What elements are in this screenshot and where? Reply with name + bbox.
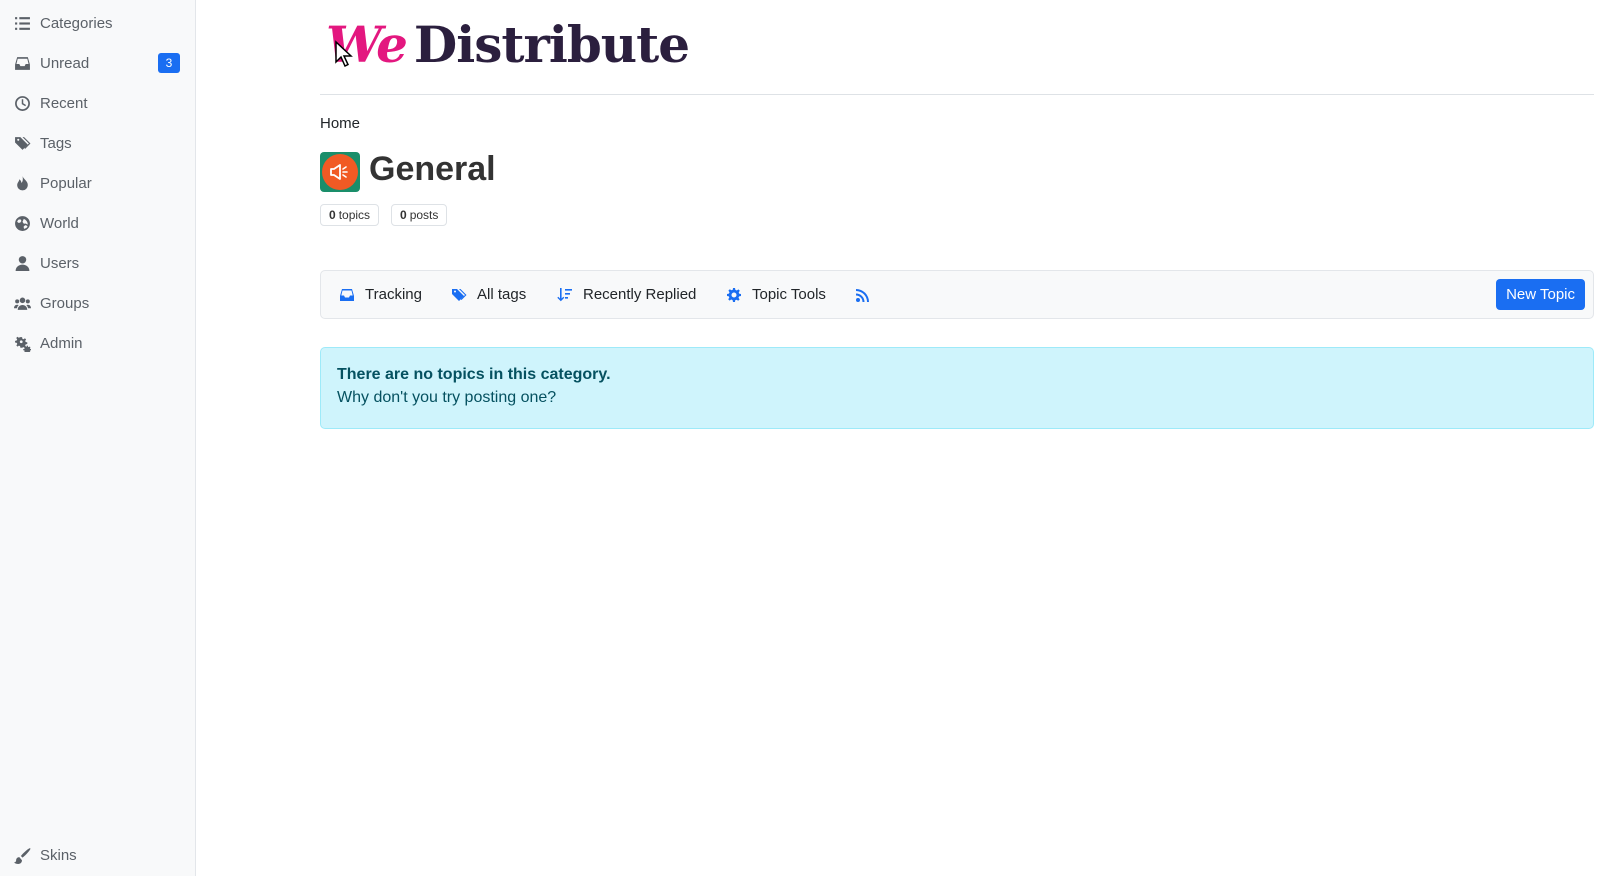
logo-name: Distribute — [413, 14, 690, 74]
sidebar-item-label: Users — [40, 254, 80, 272]
globe-icon — [12, 213, 32, 233]
posts-count: 0 — [400, 208, 407, 222]
alert-heading: There are no topics in this category. — [337, 366, 611, 383]
breadcrumb-home[interactable]: Home — [320, 115, 360, 132]
fire-icon — [12, 173, 32, 193]
sidebar-item-recent[interactable]: Recent — [0, 83, 196, 123]
topics-count-badge: 0 topics — [320, 204, 380, 226]
user-icon — [12, 253, 32, 273]
inbox-icon — [340, 288, 354, 301]
unread-count-badge: 3 — [158, 53, 180, 73]
list-icon — [12, 13, 32, 33]
inbox-icon — [12, 53, 32, 73]
site-logo[interactable]: We Distribute — [326, 14, 690, 74]
all-tags-label: All tags — [477, 286, 527, 303]
sidebar: Categories Unread 3 Recent Tags Popular … — [0, 0, 196, 876]
empty-category-alert: There are no topics in this category. Wh… — [320, 347, 1594, 429]
sidebar-item-label: Recent — [40, 94, 88, 112]
sidebar-item-categories[interactable]: Categories — [0, 3, 196, 43]
sort-label: Recently Replied — [583, 286, 697, 303]
sidebar-item-label: Categories — [40, 14, 113, 32]
topics-label: topics — [338, 208, 371, 222]
tracking-label: Tracking — [365, 286, 422, 303]
brush-icon — [12, 845, 32, 865]
sidebar-item-users[interactable]: Users — [0, 243, 196, 283]
rss-feed-button[interactable] — [855, 271, 881, 318]
sidebar-item-skins[interactable]: Skins — [0, 835, 196, 875]
topic-toolbar: Tracking All tags Recently Replied Topic… — [320, 270, 1594, 319]
alert-message: Why don't you try posting one? — [337, 389, 557, 406]
users-icon — [12, 293, 32, 313]
tracking-button[interactable]: Tracking — [339, 271, 422, 318]
sidebar-item-admin[interactable]: Admin — [0, 323, 196, 363]
all-tags-button[interactable]: All tags — [451, 271, 526, 318]
sidebar-item-popular[interactable]: Popular — [0, 163, 196, 203]
posts-label: posts — [409, 208, 439, 222]
sort-button[interactable]: Recently Replied — [557, 271, 696, 318]
new-topic-button[interactable]: New Topic — [1496, 279, 1585, 310]
sidebar-item-world[interactable]: World — [0, 203, 196, 243]
sidebar-item-label: Admin — [40, 334, 83, 352]
sidebar-item-groups[interactable]: Groups — [0, 283, 196, 323]
gears-icon — [12, 333, 32, 353]
category-icon — [320, 152, 360, 192]
sidebar-item-label: Tags — [40, 134, 72, 152]
sidebar-item-label: World — [40, 214, 79, 232]
header-divider — [320, 94, 1594, 95]
sidebar-item-label: Unread — [40, 54, 90, 72]
mouse-cursor-icon — [335, 40, 353, 68]
topics-count: 0 — [329, 208, 336, 222]
megaphone-icon — [322, 154, 358, 190]
page-title: General — [369, 150, 496, 188]
posts-count-badge: 0 posts — [391, 204, 448, 226]
sidebar-item-label: Groups — [40, 294, 90, 312]
tags-icon — [12, 133, 32, 153]
tags-icon — [452, 288, 467, 301]
sidebar-item-tags[interactable]: Tags — [0, 123, 196, 163]
topic-tools-label: Topic Tools — [752, 286, 826, 303]
sort-icon — [557, 287, 572, 301]
gear-icon — [727, 287, 741, 302]
clock-icon — [12, 93, 32, 113]
sidebar-item-unread[interactable]: Unread 3 — [0, 43, 196, 83]
rss-icon — [856, 288, 869, 302]
topic-tools-button[interactable]: Topic Tools — [726, 271, 826, 318]
sidebar-item-label: Skins — [40, 846, 77, 864]
breadcrumb: Home — [320, 115, 360, 132]
sidebar-item-label: Popular — [40, 174, 92, 192]
